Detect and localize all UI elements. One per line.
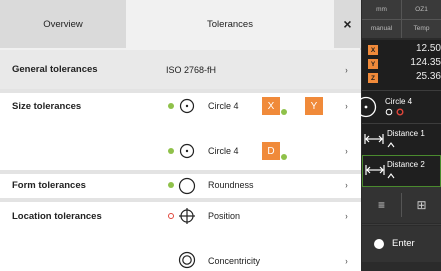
check-ok-icon (281, 109, 287, 115)
divider (362, 19, 441, 20)
badge-y[interactable]: Y (305, 97, 323, 115)
record-icon (374, 239, 384, 249)
axis-y-value: 124.35 (410, 57, 441, 68)
size-tolerances-section: Size tolerances Circle 4 X Y › Circle 4 … (0, 93, 361, 170)
size-tolerances-title: Size tolerances (12, 101, 82, 112)
axis-x-badge: X (368, 45, 378, 55)
axis-z-value: 25.36 (415, 71, 441, 82)
feature-item-distance-1[interactable]: Distance 1 (362, 123, 441, 155)
badge-x[interactable]: X (262, 97, 280, 115)
circle-center-icon (355, 96, 377, 118)
general-tolerances-title: General tolerances (12, 64, 98, 75)
concentricity-icon (178, 251, 196, 269)
menu-button[interactable]: ≡ (362, 187, 401, 223)
chevron-up-icon (387, 142, 395, 148)
chevron-right-icon: › (345, 146, 348, 156)
enter-label: Enter (392, 238, 415, 249)
check-ok-icon (281, 154, 287, 160)
tab-bar: Overview Tolerances × (0, 0, 361, 48)
feature-item-distance-2[interactable]: Distance 2 (362, 155, 441, 187)
general-tolerances-row[interactable]: General tolerances ISO 2768-fH › (0, 50, 361, 89)
feature-label: Circle 4 (385, 97, 413, 106)
status-error-icon (168, 213, 174, 219)
circle-center-icon (179, 98, 195, 114)
form-item-label: Roundness (208, 180, 254, 190)
form-tolerances-row[interactable]: Form tolerances Roundness › (0, 174, 361, 198)
location-item-label: Concentricity (208, 256, 261, 266)
status-ok-icon (168, 182, 174, 188)
axis-z-badge: Z (368, 73, 378, 83)
form-tolerances-title: Form tolerances (12, 180, 86, 191)
chevron-right-icon: › (345, 101, 348, 111)
tab-tolerances[interactable]: Tolerances (126, 0, 334, 48)
feature-label: Distance 1 (387, 129, 425, 138)
layout-button[interactable]: ⊞ (402, 187, 441, 223)
temp-label[interactable]: Temp (402, 19, 441, 38)
unit-label[interactable]: mm (362, 0, 401, 19)
enter-button[interactable]: Enter (362, 226, 441, 262)
layout-icon: ⊞ (416, 198, 427, 212)
axis-x-value: 12.50 (415, 43, 441, 54)
close-button[interactable]: × (334, 0, 361, 48)
chevron-right-icon: › (345, 256, 348, 266)
location-item-label: Position (208, 211, 241, 221)
size-item-label: Circle 4 (208, 101, 239, 111)
chevron-right-icon: › (345, 65, 348, 75)
feature-status-icons (385, 108, 404, 116)
location-tolerances-section: Location tolerances Position › Concentri… (0, 202, 361, 271)
mode-label[interactable]: manual (362, 19, 401, 38)
chevron-right-icon: › (345, 211, 348, 221)
divider (362, 224, 441, 225)
chevron-right-icon: › (345, 180, 348, 190)
tab-overview[interactable]: Overview (0, 0, 126, 48)
distance-icon (365, 165, 385, 175)
tolerances-panel: Overview Tolerances × General tolerances… (0, 0, 361, 271)
axis-y-badge: Y (368, 59, 378, 69)
position-icon (179, 208, 195, 224)
roundness-icon (178, 177, 196, 195)
general-tolerances-value: ISO 2768-fH (166, 65, 217, 75)
size-item-label: Circle 4 (208, 146, 239, 156)
status-ok-icon (168, 148, 174, 154)
circle-center-icon (179, 143, 195, 159)
distance-icon (364, 134, 384, 144)
coordinate-readout: X 12.50 Y 124.35 Z 25.36 (362, 40, 441, 90)
status-header: mm OZ1 manual Temp (362, 0, 441, 38)
sidebar-toolbar: ≡ ⊞ (362, 187, 441, 223)
status-ok-icon (168, 103, 174, 109)
chevron-up-icon (387, 173, 395, 179)
feature-item-circle[interactable]: Circle 4 (355, 90, 441, 123)
feature-label: Distance 2 (387, 160, 425, 169)
menu-icon: ≡ (377, 198, 385, 212)
slot-label[interactable]: OZ1 (402, 0, 441, 19)
sidebar: mm OZ1 manual Temp X 12.50 Y 124.35 Z 25… (355, 0, 441, 271)
badge-d[interactable]: D (262, 142, 280, 160)
location-tolerances-title: Location tolerances (12, 211, 102, 222)
